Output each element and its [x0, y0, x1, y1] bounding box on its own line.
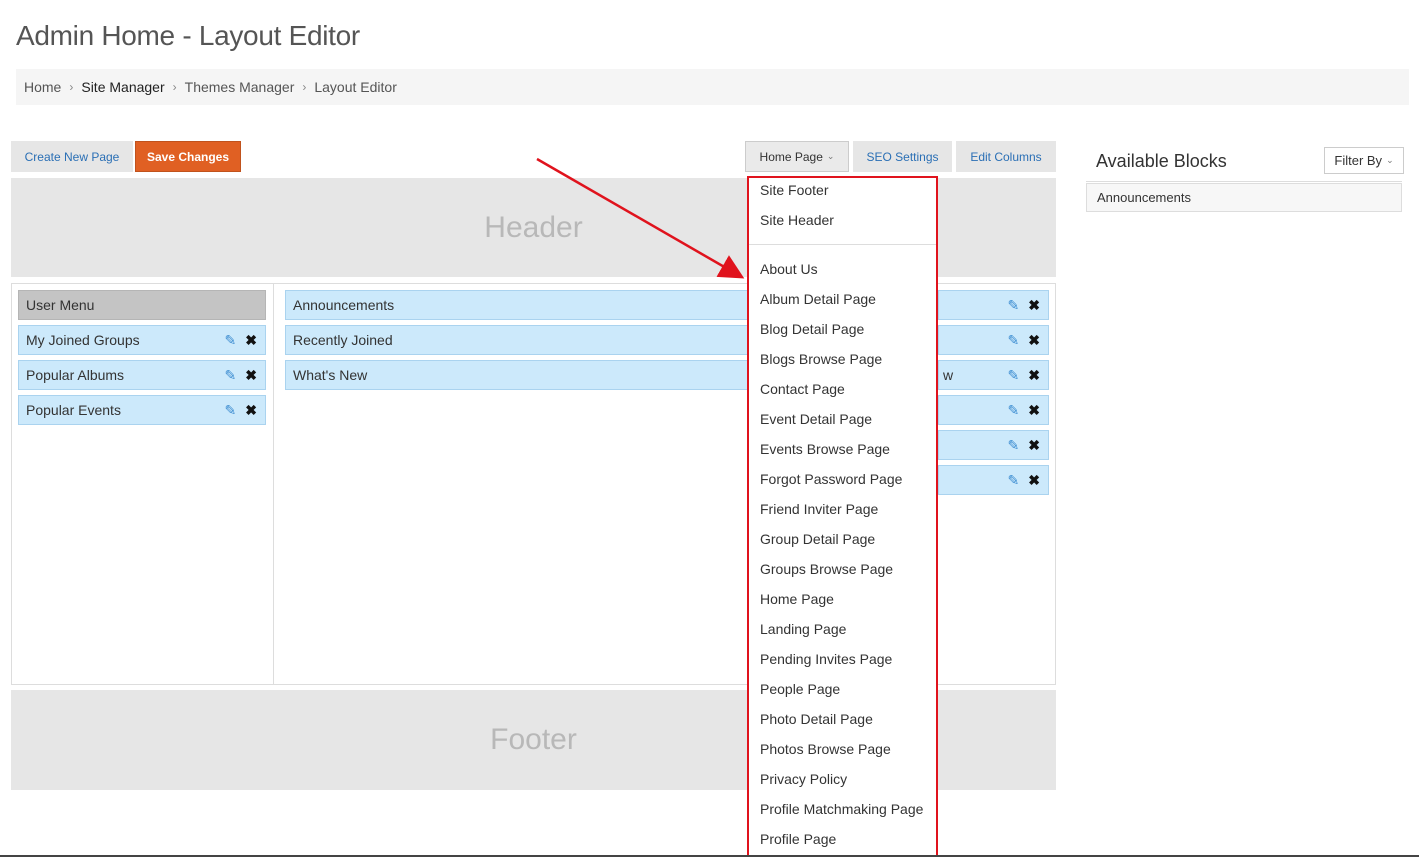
close-icon[interactable]: ✖: [1028, 403, 1040, 417]
menu-item-contact-page[interactable]: Contact Page: [760, 381, 845, 397]
left-column: User Menu My Joined Groups ✎ ✖ Popular Al…: [12, 284, 274, 684]
pencil-icon[interactable]: ✎: [1008, 298, 1020, 312]
chevron-down-icon: ⌄: [1386, 155, 1394, 165]
menu-item-site-footer[interactable]: Site Footer: [760, 182, 828, 198]
block-popular-events[interactable]: Popular Events ✎ ✖: [18, 395, 266, 425]
page-select-label: Home Page: [759, 149, 823, 164]
block-whats-new[interactable]: What's New: [285, 360, 757, 390]
close-icon[interactable]: ✖: [1028, 298, 1040, 312]
chevron-right-icon: ›: [302, 80, 307, 94]
filter-by-dropdown[interactable]: Filter By ⌄: [1324, 147, 1404, 174]
block-label: Popular Albums: [26, 367, 125, 383]
block-label: My Joined Groups: [26, 332, 140, 348]
menu-item-album-detail-page[interactable]: Album Detail Page: [760, 291, 876, 307]
menu-item-group-detail-page[interactable]: Group Detail Page: [760, 531, 875, 547]
block-label: Popular Events: [26, 402, 121, 418]
close-icon[interactable]: ✖: [1028, 368, 1040, 382]
menu-item-site-header[interactable]: Site Header: [760, 212, 834, 228]
block-label: What's New: [293, 367, 368, 383]
menu-item-event-detail-page[interactable]: Event Detail Page: [760, 411, 872, 427]
chevron-right-icon: ›: [69, 80, 74, 94]
block-label: Announcements: [293, 297, 395, 313]
close-icon[interactable]: ✖: [1028, 438, 1040, 452]
breadcrumb-themes-manager[interactable]: Themes Manager: [185, 79, 295, 95]
right-block[interactable]: ✎ ✖: [938, 325, 1049, 355]
menu-item-profile-page[interactable]: Profile Page: [760, 831, 836, 847]
pencil-icon[interactable]: ✎: [225, 403, 237, 417]
pencil-icon[interactable]: ✎: [225, 333, 237, 347]
menu-item-about-us[interactable]: About Us: [760, 261, 818, 277]
menu-item-landing-page[interactable]: Landing Page: [760, 621, 846, 637]
bottom-border: [0, 855, 1419, 857]
block-label: w: [943, 367, 954, 383]
right-block[interactable]: w ✎ ✖: [938, 360, 1049, 390]
block-my-joined-groups[interactable]: My Joined Groups ✎ ✖: [18, 325, 266, 355]
pencil-icon[interactable]: ✎: [1008, 368, 1020, 382]
breadcrumb-home[interactable]: Home: [24, 79, 61, 95]
header-zone-label: Header: [484, 210, 583, 244]
chevron-down-icon: ⌄: [826, 151, 835, 161]
footer-zone-label: Footer: [490, 723, 577, 756]
close-icon[interactable]: ✖: [245, 333, 257, 347]
menu-item-friend-inviter-page[interactable]: Friend Inviter Page: [760, 501, 878, 517]
save-changes-button[interactable]: Save Changes: [135, 141, 241, 172]
pencil-icon[interactable]: ✎: [1008, 438, 1020, 452]
pencil-icon[interactable]: ✎: [1008, 473, 1020, 487]
close-icon[interactable]: ✖: [245, 403, 257, 417]
page-title: Admin Home - Layout Editor: [16, 20, 360, 51]
block-label: Recently Joined: [293, 332, 393, 348]
available-blocks-divider: [1086, 181, 1402, 182]
close-icon[interactable]: ✖: [1028, 333, 1040, 347]
filter-by-label: Filter By: [1334, 153, 1383, 168]
menu-item-blogs-browse-page[interactable]: Blogs Browse Page: [760, 351, 882, 367]
menu-item-privacy-policy[interactable]: Privacy Policy: [760, 771, 847, 787]
right-block[interactable]: ✎ ✖: [938, 395, 1049, 425]
chevron-right-icon: ›: [172, 80, 177, 94]
user-menu-block[interactable]: User Menu: [18, 290, 266, 320]
menu-item-pending-invites-page[interactable]: Pending Invites Page: [760, 651, 892, 667]
menu-item-photo-detail-page[interactable]: Photo Detail Page: [760, 711, 873, 727]
right-block[interactable]: ✎ ✖: [938, 290, 1049, 320]
create-new-page-button[interactable]: Create New Page: [11, 141, 133, 172]
menu-item-events-browse-page[interactable]: Events Browse Page: [760, 441, 890, 457]
menu-item-blog-detail-page[interactable]: Blog Detail Page: [760, 321, 864, 337]
menu-item-groups-browse-page[interactable]: Groups Browse Page: [760, 561, 893, 577]
menu-divider: [749, 244, 936, 245]
available-blocks-title: Available Blocks: [1096, 151, 1227, 171]
close-icon[interactable]: ✖: [1028, 473, 1040, 487]
menu-item-forgot-password-page[interactable]: Forgot Password Page: [760, 471, 902, 487]
menu-item-home-page[interactable]: Home Page: [760, 591, 834, 607]
pencil-icon[interactable]: ✎: [1008, 403, 1020, 417]
available-block-announcements[interactable]: Announcements: [1086, 183, 1402, 212]
menu-item-profile-matchmaking-page[interactable]: Profile Matchmaking Page: [760, 801, 923, 817]
pencil-icon[interactable]: ✎: [1008, 333, 1020, 347]
edit-columns-button[interactable]: Edit Columns: [956, 141, 1056, 172]
right-block[interactable]: ✎ ✖: [938, 430, 1049, 460]
block-popular-albums[interactable]: Popular Albums ✎ ✖: [18, 360, 266, 390]
seo-settings-button[interactable]: SEO Settings: [853, 141, 952, 172]
block-recently-joined[interactable]: Recently Joined: [285, 325, 757, 355]
breadcrumb-layout-editor: Layout Editor: [314, 79, 397, 95]
close-icon[interactable]: ✖: [245, 368, 257, 382]
block-announcements[interactable]: Announcements: [285, 290, 757, 320]
menu-item-people-page[interactable]: People Page: [760, 681, 840, 697]
pencil-icon[interactable]: ✎: [225, 368, 237, 382]
page-select-dropdown[interactable]: Home Page ⌄: [745, 141, 849, 172]
breadcrumb: Home › Site Manager › Themes Manager › L…: [16, 69, 1409, 105]
right-block[interactable]: ✎ ✖: [938, 465, 1049, 495]
page-select-menu: Site Footer Site Header About Us Album De…: [747, 176, 938, 857]
breadcrumb-site-manager[interactable]: Site Manager: [81, 79, 164, 95]
block-label: User Menu: [26, 297, 95, 313]
menu-item-photos-browse-page[interactable]: Photos Browse Page: [760, 741, 891, 757]
